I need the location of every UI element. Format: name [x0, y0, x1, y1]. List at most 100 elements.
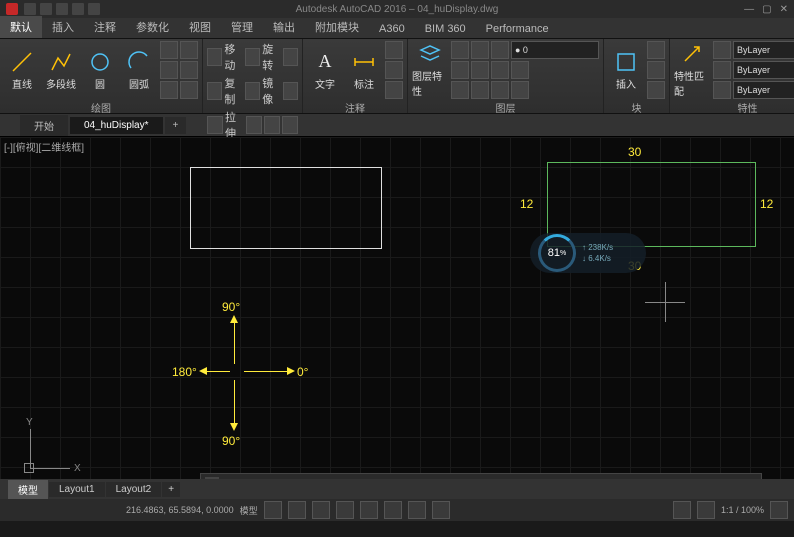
layer-iso-icon[interactable]	[471, 61, 489, 79]
point-icon[interactable]	[160, 81, 178, 99]
rect-icon[interactable]	[160, 41, 178, 59]
rectangle-white[interactable]	[190, 167, 382, 249]
circle-button[interactable]: 圆	[82, 41, 118, 99]
arrow-s-head-icon	[230, 423, 238, 431]
color-dropdown[interactable]: ByLayer	[733, 41, 794, 59]
snap-toggle-icon[interactable]	[288, 501, 306, 519]
text-label: 文字	[315, 76, 335, 91]
tab-performance[interactable]: Performance	[476, 20, 559, 38]
drawing-canvas[interactable]: [-][俯视][二维线框] 30 12 12 30 81% ↑ 238K/s ↓…	[0, 137, 794, 499]
layer-lock-icon[interactable]	[491, 41, 509, 59]
panel-draw-title: 绘图	[4, 99, 198, 115]
line-button[interactable]: 直线	[4, 41, 40, 99]
maximize-button[interactable]: ▢	[762, 4, 771, 15]
start-tab[interactable]: 开始	[20, 115, 68, 136]
layer-on-icon[interactable]	[451, 41, 469, 59]
layer-props-button[interactable]: 图层特性	[412, 41, 448, 99]
layout-1[interactable]: Layout1	[49, 482, 105, 497]
tab-default[interactable]: 默认	[0, 16, 42, 38]
layer-state-icon[interactable]	[511, 61, 529, 79]
layer-match-icon[interactable]	[451, 61, 469, 79]
qat-redo-icon[interactable]	[88, 3, 100, 15]
layout-model[interactable]: 模型	[8, 480, 48, 499]
workspace-icon[interactable]	[697, 501, 715, 519]
layout-add-button[interactable]: +	[162, 482, 180, 497]
spline-icon[interactable]	[180, 61, 198, 79]
tab-addins[interactable]: 附加模块	[305, 16, 369, 38]
scale-icon[interactable]	[246, 116, 262, 134]
lwt-toggle-icon[interactable]	[408, 501, 426, 519]
mirror-icon[interactable]	[245, 82, 260, 100]
dimension-button[interactable]: 标注	[346, 41, 382, 99]
fillet-icon[interactable]	[283, 82, 298, 100]
layer-thaw-icon[interactable]	[471, 81, 489, 99]
lineweight-icon[interactable]	[713, 61, 731, 79]
grid-toggle-icon[interactable]	[264, 501, 282, 519]
tab-manage[interactable]: 管理	[221, 16, 263, 38]
panel-block: 插入 块	[604, 39, 670, 113]
otrack-toggle-icon[interactable]	[384, 501, 402, 519]
layer-dropdown[interactable]: ● 0	[511, 41, 599, 59]
circle-label: 圆	[95, 76, 105, 91]
tab-view[interactable]: 视图	[179, 16, 221, 38]
ribbon-tabs: 默认 插入 注释 参数化 视图 管理 输出 附加模块 A360 BIM 360 …	[0, 18, 794, 39]
osnap-toggle-icon[interactable]	[360, 501, 378, 519]
file-tab[interactable]: 04_huDisplay*	[70, 117, 163, 134]
rotate-icon[interactable]	[245, 48, 260, 66]
layer-walk-icon[interactable]	[511, 81, 529, 99]
stretch-icon[interactable]	[207, 116, 223, 134]
color-swatch-icon[interactable]	[713, 41, 731, 59]
tab-a360[interactable]: A360	[369, 20, 415, 38]
new-tab-button[interactable]: +	[165, 117, 187, 134]
array-icon[interactable]	[264, 116, 280, 134]
block-create-icon[interactable]	[647, 41, 665, 59]
minimize-button[interactable]: —	[744, 4, 754, 15]
ortho-toggle-icon[interactable]	[312, 501, 330, 519]
anno-scale-icon[interactable]	[673, 501, 691, 519]
lineweight-dropdown[interactable]: ByLayer	[733, 61, 794, 79]
insert-block-button[interactable]: 插入	[608, 41, 644, 99]
layout-2[interactable]: Layout2	[106, 482, 162, 497]
arc-button[interactable]: 圆弧	[121, 41, 157, 99]
tab-annotate[interactable]: 注释	[84, 16, 126, 38]
viewport-label[interactable]: [-][俯视][二维线框]	[4, 139, 84, 154]
qat-undo-icon[interactable]	[72, 3, 84, 15]
table-icon[interactable]	[385, 61, 403, 79]
block-edit-icon[interactable]	[647, 61, 665, 79]
qat-new-icon[interactable]	[24, 3, 36, 15]
polyline-button[interactable]: 多段线	[43, 41, 79, 99]
qat-save-icon[interactable]	[56, 3, 68, 15]
transparency-toggle-icon[interactable]	[432, 501, 450, 519]
customize-icon[interactable]	[770, 501, 788, 519]
status-space[interactable]: 模型	[240, 504, 258, 517]
tab-output[interactable]: 输出	[263, 16, 305, 38]
move-icon[interactable]	[207, 48, 222, 66]
text-button[interactable]: A文字	[307, 41, 343, 99]
tab-parametric[interactable]: 参数化	[126, 16, 179, 38]
copy-icon[interactable]	[207, 82, 222, 100]
hatch-icon[interactable]	[160, 61, 178, 79]
monitor-unit: %	[560, 250, 566, 257]
leader-icon[interactable]	[385, 41, 403, 59]
region-icon[interactable]	[180, 81, 198, 99]
close-button[interactable]: ✕	[780, 4, 788, 15]
linetype-icon[interactable]	[713, 81, 731, 99]
layer-freeze-icon[interactable]	[471, 41, 489, 59]
ellipse-icon[interactable]	[180, 41, 198, 59]
offset-icon[interactable]	[282, 116, 298, 134]
block-attr-icon[interactable]	[647, 81, 665, 99]
arc-label: 圆弧	[129, 76, 149, 91]
layer-off-icon[interactable]	[451, 81, 469, 99]
polar-toggle-icon[interactable]	[336, 501, 354, 519]
layer-unlock-icon[interactable]	[491, 81, 509, 99]
status-zoom[interactable]: 1:1 / 100%	[721, 505, 764, 515]
tab-bim360[interactable]: BIM 360	[415, 20, 476, 38]
trim-icon[interactable]	[283, 48, 298, 66]
layer-prev-icon[interactable]	[491, 61, 509, 79]
linetype-dropdown[interactable]: ByLayer	[733, 81, 794, 99]
match-props-button[interactable]: 特性匹配	[674, 41, 710, 99]
qat-open-icon[interactable]	[40, 3, 52, 15]
mtext-icon[interactable]	[385, 81, 403, 99]
document-tabs: 开始 04_huDisplay* +	[0, 114, 794, 137]
tab-insert[interactable]: 插入	[42, 16, 84, 38]
